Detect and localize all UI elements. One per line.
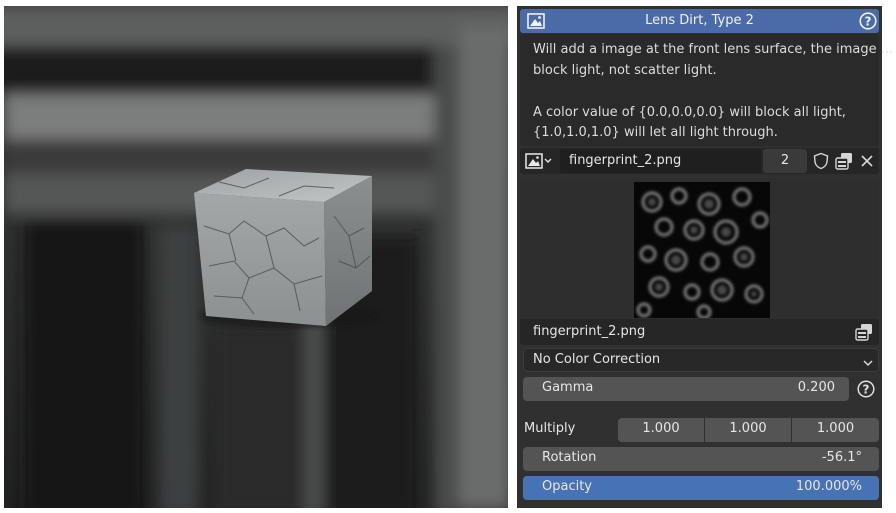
image-filepath-value[interactable]: fingerprint_2.png	[533, 324, 645, 339]
image-filepath-row: fingerprint_2.png	[520, 319, 879, 345]
multiply-r-value: 1.000	[642, 421, 680, 436]
chevron-down-icon	[862, 354, 874, 367]
multiply-r-field[interactable]: 1.000	[618, 418, 704, 442]
pack-image-icon[interactable]	[854, 323, 874, 341]
gamma-slider[interactable]: Gamma 0.200	[523, 377, 849, 401]
opacity-value: 100.000%	[795, 479, 862, 494]
viewport-render[interactable]	[4, 6, 508, 508]
gamma-question-icon[interactable]: ?	[857, 380, 875, 398]
image-name-field[interactable]: fingerprint_2.png	[560, 149, 761, 173]
rotation-slider[interactable]: Rotation -56.1°	[523, 447, 879, 471]
image-preview-area	[520, 178, 879, 322]
color-correction-dropdown[interactable]: No Color Correction	[523, 348, 879, 372]
user-count-value: 2	[780, 153, 790, 168]
close-icon[interactable]	[858, 152, 876, 170]
duplicate-icon[interactable]	[834, 152, 854, 170]
fingerprint-preview-image	[634, 182, 770, 318]
cube	[194, 169, 372, 326]
fake-user-shield-icon[interactable]	[812, 152, 830, 170]
multiply-b-value: 1.000	[816, 421, 855, 436]
opacity-slider[interactable]: Opacity 100.000%	[523, 476, 879, 500]
image-name-value: fingerprint_2.png	[569, 153, 682, 168]
gamma-label: Gamma	[542, 380, 594, 395]
description-line: block light, not scatter light.	[533, 63, 717, 78]
lens-dirt-node-panel: Lens Dirt, Type 2 ? Will add a image at …	[517, 6, 893, 508]
gamma-value: 0.200	[797, 380, 835, 395]
question-icon[interactable]: ?	[859, 12, 877, 30]
image-browse-icon	[525, 153, 552, 169]
multiply-b-field[interactable]: 1.000	[792, 418, 879, 442]
node-description: Will add a image at the front lens surfa…	[520, 34, 893, 146]
image-datablock-selector: fingerprint_2.png 2	[520, 148, 879, 174]
description-line: A color value of {0.0,0.0,0.0} will bloc…	[533, 105, 846, 120]
multiply-g-field[interactable]: 1.000	[705, 418, 791, 442]
render-image	[4, 6, 508, 508]
browse-image-button[interactable]	[524, 151, 554, 171]
svg-text:?: ?	[863, 382, 870, 396]
description-line: Will add a image at the front lens surfa…	[533, 42, 894, 57]
opacity-label: Opacity	[542, 479, 593, 494]
node-header: Lens Dirt, Type 2 ?	[520, 9, 879, 33]
node-title: Lens Dirt, Type 2	[645, 13, 754, 28]
multiply-label: Multiply	[524, 421, 576, 436]
user-count-badge[interactable]: 2	[763, 149, 807, 173]
description-line: {1.0,1.0,1.0} will let all light through…	[533, 125, 778, 140]
color-correction-value: No Color Correction	[533, 352, 661, 367]
rotation-label: Rotation	[542, 450, 597, 465]
svg-text:?: ?	[865, 14, 872, 28]
rotation-value: -56.1°	[821, 450, 862, 465]
multiply-g-value: 1.000	[729, 421, 767, 436]
